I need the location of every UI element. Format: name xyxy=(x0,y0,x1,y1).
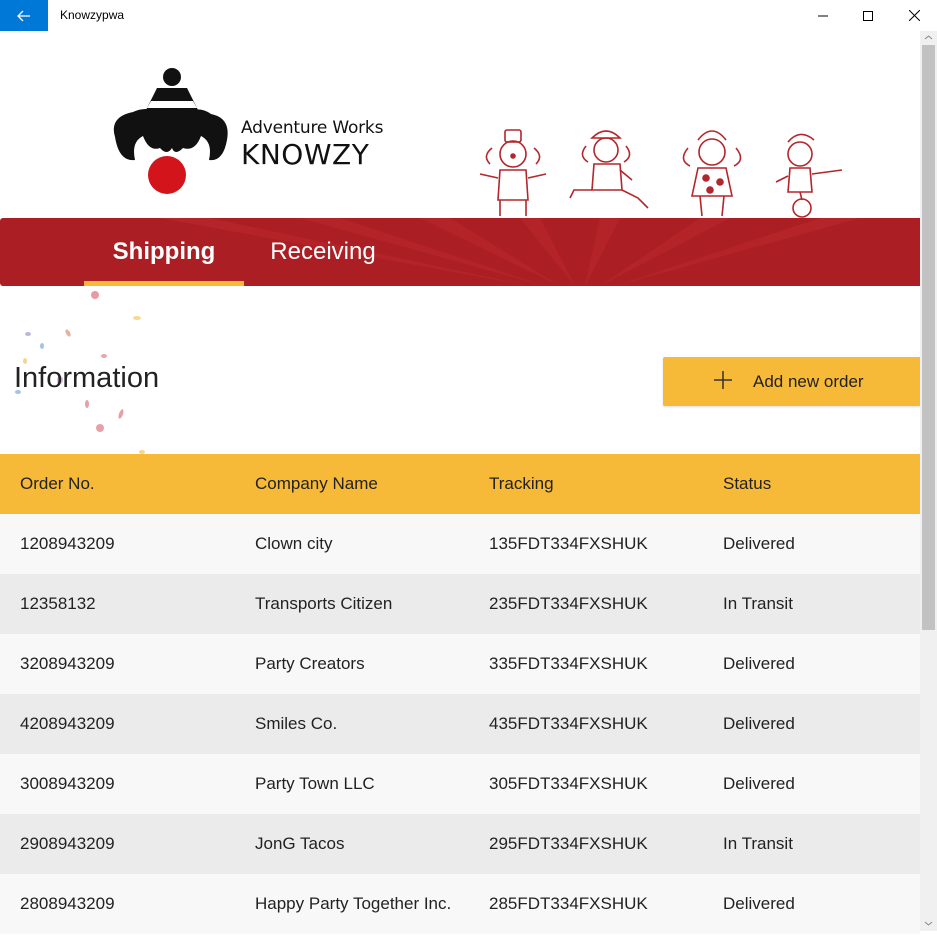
table-row[interactable]: 2908943209 JonG Tacos 295FDT334FXSHUK In… xyxy=(0,814,920,874)
tracking-number: 435FDT334FXSHUK xyxy=(489,714,648,733)
order-number: 2808943209 xyxy=(20,894,115,913)
add-new-order-button[interactable]: Add new order xyxy=(663,357,921,406)
column-header-tracking[interactable]: Tracking xyxy=(489,454,554,514)
order-status: Delivered xyxy=(723,534,795,553)
column-header-company-name[interactable]: Company Name xyxy=(255,454,378,514)
tracking-number: 295FDT334FXSHUK xyxy=(489,834,648,853)
minimize-icon xyxy=(818,15,828,16)
order-status: Delivered xyxy=(723,714,795,733)
close-icon xyxy=(908,10,920,21)
tracking-number: 135FDT334FXSHUK xyxy=(489,534,648,553)
nav-banner: Shipping Receiving xyxy=(0,218,920,286)
table-row[interactable]: 1208943209 Clown city 135FDT334FXSHUK De… xyxy=(0,514,920,574)
company-name: Party Town LLC xyxy=(255,774,375,793)
title-bar: Knowzypwa xyxy=(0,0,937,31)
order-number: 3208943209 xyxy=(20,654,115,673)
tracking-number: 335FDT334FXSHUK xyxy=(489,654,648,673)
chevron-down-icon xyxy=(924,921,933,926)
order-number: 3008943209 xyxy=(20,774,115,793)
company-name: Happy Party Together Inc. xyxy=(255,894,452,913)
tab-receiving[interactable]: Receiving xyxy=(253,218,393,286)
column-header-status[interactable]: Status xyxy=(723,454,771,514)
company-name: Clown city xyxy=(255,534,333,553)
chevron-up-icon xyxy=(924,35,933,40)
order-status: In Transit xyxy=(723,834,793,853)
table-row[interactable]: 12358132 Transports Citizen 235FDT334FXS… xyxy=(0,574,920,634)
back-button[interactable] xyxy=(0,0,48,31)
table-row[interactable]: 2808943209 Happy Party Together Inc. 285… xyxy=(0,874,920,934)
table-row[interactable]: 4208943209 Smiles Co. 435FDT334FXSHUK De… xyxy=(0,694,920,754)
orders-table: Order No. Company Name Tracking Status 1… xyxy=(0,454,920,934)
order-number: 12358132 xyxy=(20,594,96,613)
order-number: 4208943209 xyxy=(20,714,115,733)
scroll-down-button[interactable] xyxy=(920,917,937,931)
order-number: 2908943209 xyxy=(20,834,115,853)
tab-shipping[interactable]: Shipping xyxy=(84,218,244,286)
table-row[interactable]: 3208943209 Party Creators 335FDT334FXSHU… xyxy=(0,634,920,694)
table-header: Order No. Company Name Tracking Status xyxy=(0,454,920,514)
order-number: 1208943209 xyxy=(20,534,115,553)
arrow-left-icon xyxy=(17,10,30,21)
clowns-illustration xyxy=(479,129,843,218)
tracking-number: 285FDT334FXSHUK xyxy=(489,894,648,913)
order-status: Delivered xyxy=(723,894,795,913)
company-name: JonG Tacos xyxy=(255,834,345,853)
maximize-icon xyxy=(863,10,873,21)
order-status: Delivered xyxy=(723,774,795,793)
order-status: In Transit xyxy=(723,594,793,613)
close-button[interactable] xyxy=(891,0,937,31)
scrollbar-thumb[interactable] xyxy=(922,45,935,630)
brand-name: KNOWZY xyxy=(241,138,370,171)
add-new-order-label: Add new order xyxy=(753,372,864,391)
vertical-scrollbar[interactable] xyxy=(920,31,937,931)
scroll-up-button[interactable] xyxy=(920,31,937,45)
company-name: Party Creators xyxy=(255,654,365,673)
tracking-number: 305FDT334FXSHUK xyxy=(489,774,648,793)
column-header-order-no[interactable]: Order No. xyxy=(20,454,95,514)
page-title: Information xyxy=(14,362,160,394)
brand-subtitle: Adventure Works xyxy=(241,118,384,138)
plus-icon xyxy=(714,371,732,389)
minimize-button[interactable] xyxy=(800,0,846,31)
company-name: Smiles Co. xyxy=(255,714,338,733)
order-status: Delivered xyxy=(723,654,795,673)
tracking-number: 235FDT334FXSHUK xyxy=(489,594,648,613)
window-title: Knowzypwa xyxy=(60,8,125,22)
table-row[interactable]: 3008943209 Party Town LLC 305FDT334FXSHU… xyxy=(0,754,920,814)
maximize-button[interactable] xyxy=(845,0,891,31)
company-name: Transports Citizen xyxy=(255,594,393,613)
